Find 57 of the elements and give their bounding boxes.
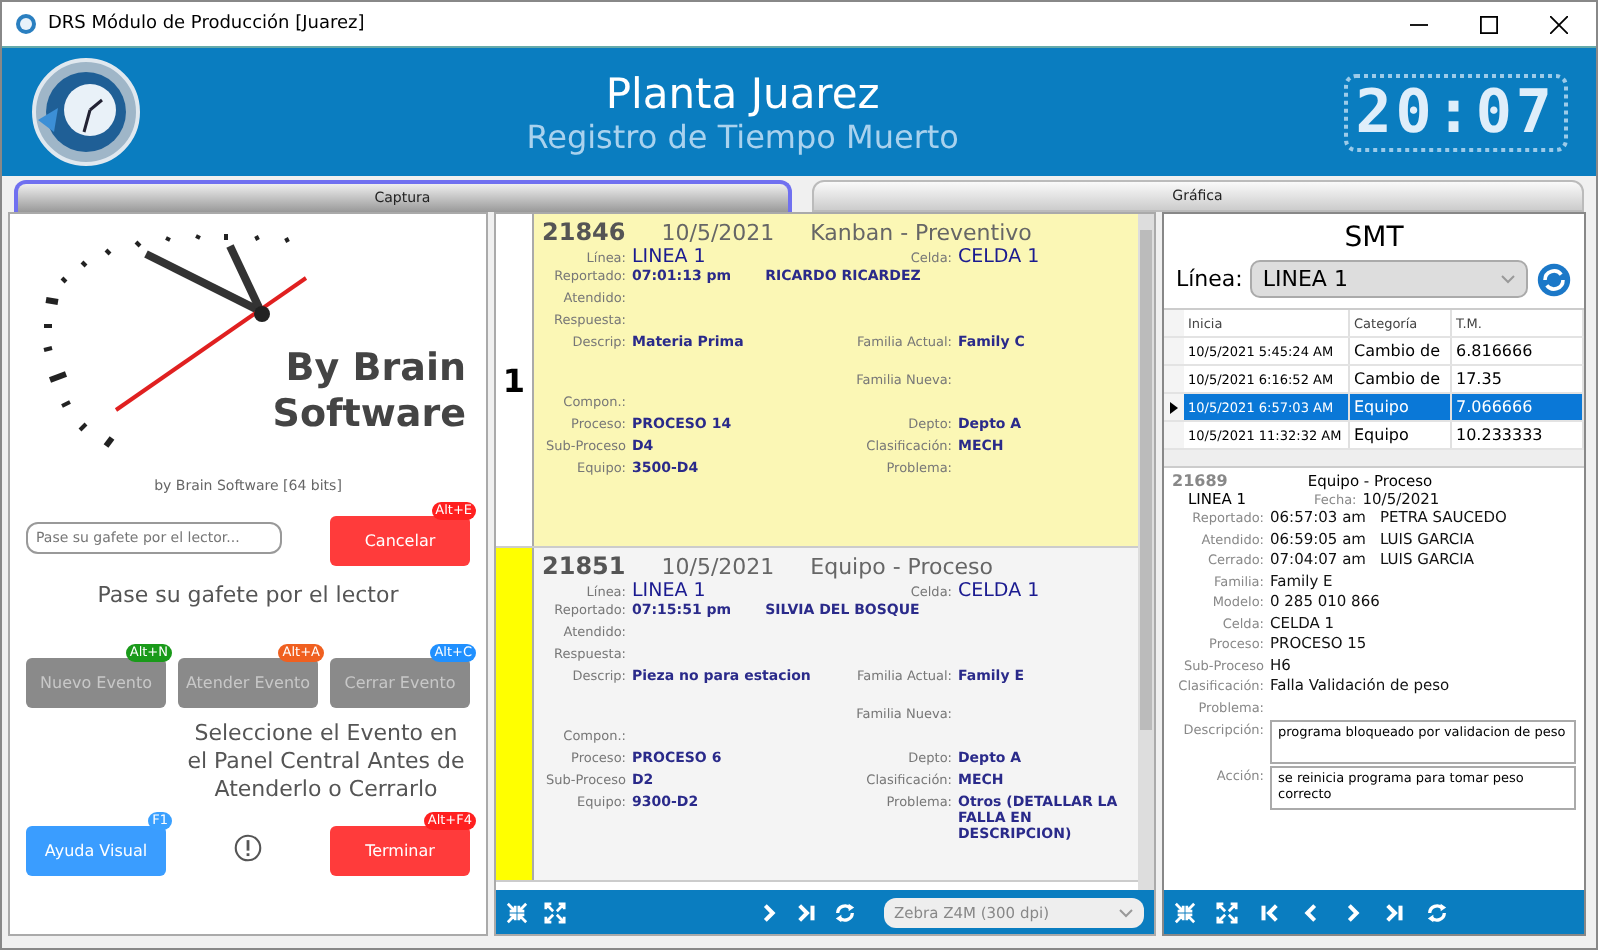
table-cell: Equipo (1350, 394, 1452, 420)
next-icon[interactable] (758, 901, 780, 923)
collapse-icon[interactable] (1174, 901, 1196, 923)
event-date: 10/5/2021 (661, 220, 775, 246)
table-cell: 7.066666 (1452, 394, 1584, 420)
plant-title: Planta Juarez (605, 69, 880, 117)
expand-icon[interactable] (1216, 901, 1238, 923)
expand-icon[interactable] (544, 901, 566, 923)
scrollbar[interactable] (1138, 214, 1154, 890)
window-title: DRS Módulo de Producción [Juarez] (48, 14, 365, 34)
cancel-button[interactable]: Cancelar (330, 516, 470, 566)
exit-button[interactable]: Terminar (330, 826, 470, 876)
event-date: 10/5/2021 (661, 554, 775, 580)
field-value: LINEA 1 (632, 580, 706, 602)
refresh-icon[interactable] (834, 901, 856, 923)
refresh-icon[interactable] (1536, 261, 1572, 297)
digital-clock: 20:07 (1343, 73, 1568, 151)
screen-subtitle: Registro de Tiempo Muerto (526, 117, 959, 155)
previous-icon[interactable] (1300, 901, 1322, 923)
first-icon[interactable] (1258, 901, 1280, 923)
refresh-icon[interactable] (1426, 901, 1448, 923)
last-icon[interactable] (1384, 901, 1406, 923)
field-value: CELDA 1 (958, 246, 1042, 268)
next-icon[interactable] (1342, 901, 1364, 923)
table-cell: Equipo (1350, 422, 1452, 448)
app-icon (14, 12, 38, 36)
horizontal-scrollbar[interactable] (1164, 450, 1584, 466)
panel-title: SMT (1342, 222, 1406, 254)
table-cell: 6.816666 (1452, 338, 1584, 364)
event-category: Equipo - Proceso (810, 554, 994, 580)
table-cell: 10.233333 (1452, 422, 1584, 448)
row-header[interactable] (1164, 394, 1184, 420)
instruction-text: Seleccione el Evento en el Panel Central Antes de Atenderlo o Cerrarlo (185, 720, 467, 804)
chevron-down-icon (1118, 907, 1134, 917)
close-icon[interactable] (1550, 15, 1568, 33)
maximize-icon[interactable] (1480, 15, 1498, 33)
status-message: Pase su gafete por el lector (95, 582, 401, 608)
event-number: 21689 (1172, 472, 1228, 490)
event-number: 21846 (542, 218, 626, 246)
event-card[interactable] (534, 548, 1138, 880)
warning-icon (234, 834, 262, 862)
table-cell: 17.35 (1452, 366, 1584, 392)
table-cell: Cambio de (1350, 338, 1452, 364)
table-cell: Cambio de (1350, 366, 1452, 392)
line-label: Línea: (1176, 266, 1243, 292)
field-value: LINEA 1 (632, 246, 706, 268)
chevron-down-icon (1500, 274, 1516, 284)
event-card[interactable] (534, 214, 1138, 546)
event-number: 21851 (542, 552, 626, 580)
clock-logo-icon (30, 56, 142, 168)
event-category: Kanban - Preventivo (810, 220, 1032, 246)
field-value: CELDA 1 (958, 580, 1042, 602)
last-icon[interactable] (796, 901, 818, 923)
line-select[interactable]: LINEA 1 (1250, 260, 1528, 298)
collapse-icon[interactable] (506, 901, 528, 923)
brand-text: By Brain (285, 346, 466, 392)
brand-text: Software (272, 392, 466, 438)
